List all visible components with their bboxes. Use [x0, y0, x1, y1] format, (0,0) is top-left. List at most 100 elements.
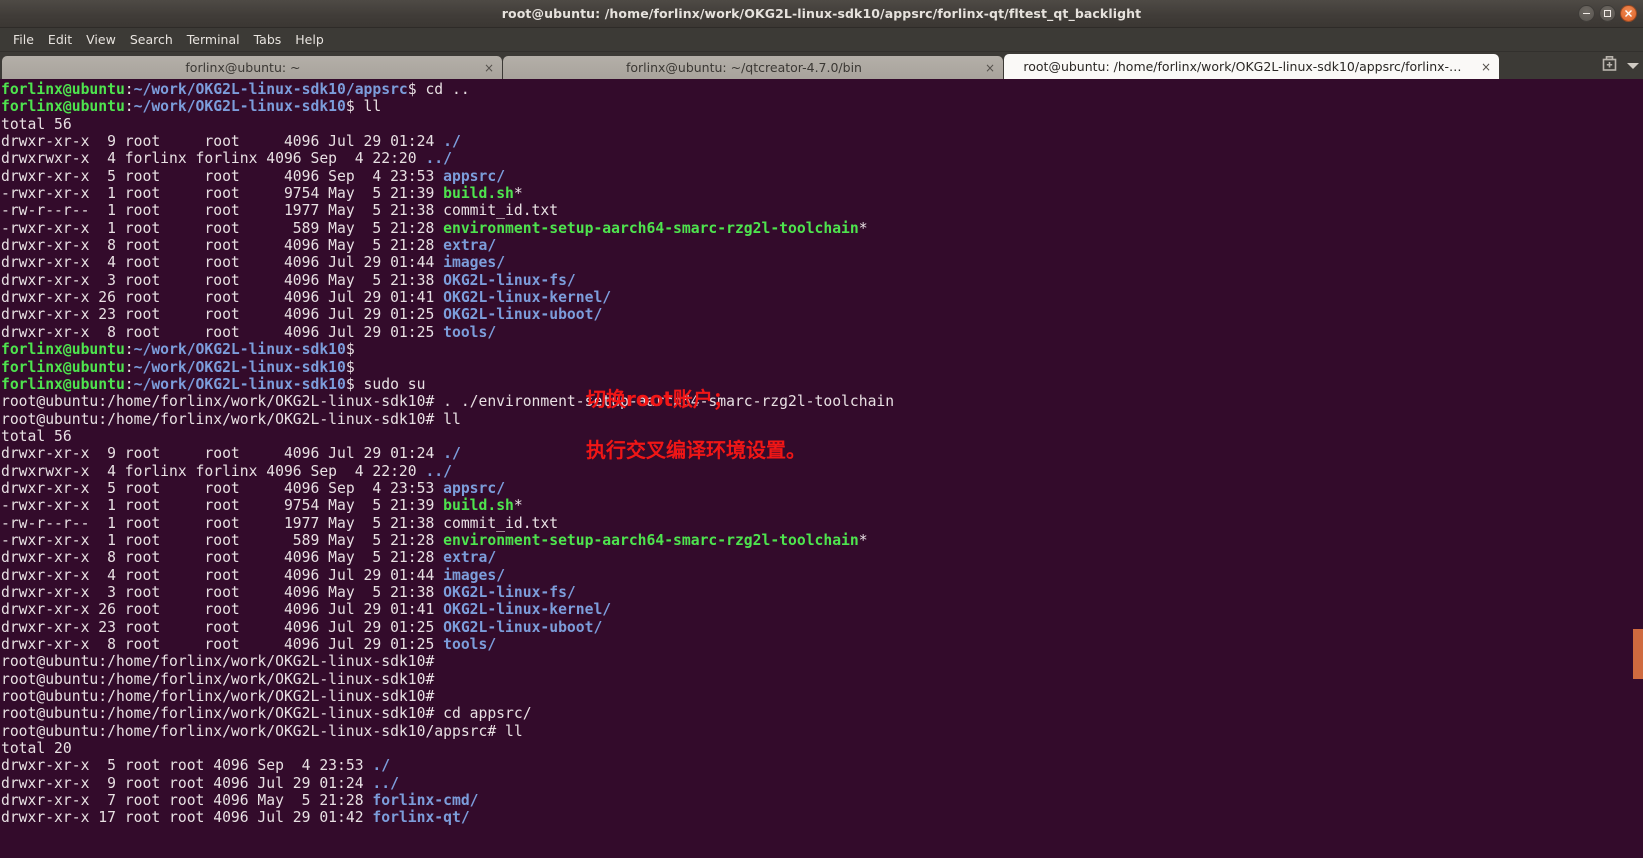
- terminal-text-span: -rwxr-xr-x 1 root root 589 May 5 21:28: [1, 531, 444, 549]
- menu-item-terminal[interactable]: Terminal: [180, 30, 247, 49]
- menu-item-edit[interactable]: Edit: [41, 30, 79, 49]
- terminal-text-span: drwxr-xr-x 7 root root 4096 May 5 21:28: [1, 792, 373, 810]
- terminal-text-span: ./: [443, 445, 461, 463]
- terminal-text-span: :: [124, 81, 134, 98]
- minimize-button[interactable]: [1578, 5, 1595, 22]
- tab-label: root@ubuntu: /home/forlinx/work/OKG2L-li…: [1023, 59, 1462, 74]
- terminal-text-span: drwxr-xr-x 23 root root 4096 Jul 29 01:2…: [1, 306, 444, 324]
- terminal-text-span: OKG2L-linux-fs/: [443, 271, 576, 289]
- tab-close-icon[interactable]: ×: [1481, 60, 1491, 74]
- terminal-line: drwxr-xr-x 4 root root 4096 Jul 29 01:44…: [1, 567, 894, 584]
- terminal-line: -rw-r--r-- 1 root root 1977 May 5 21:38 …: [1, 202, 894, 219]
- terminal-text-span: tools/: [443, 323, 497, 341]
- terminal-line: total 56: [1, 116, 894, 133]
- terminal-line: root@ubuntu:/home/forlinx/work/OKG2L-lin…: [1, 671, 894, 688]
- terminal-text-span: drwxr-xr-x 5 root root 4096 Sep 4 23:53: [1, 167, 444, 185]
- new-tab-icon[interactable]: [1601, 55, 1618, 76]
- terminal-text-span: drwxr-xr-x 4 root root 4096 Jul 29 01:44: [1, 254, 444, 272]
- tab-qtcreator-bin[interactable]: forlinx@ubuntu: ~/qtcreator-4.7.0/bin ×: [503, 56, 1003, 79]
- terminal-line: root@ubuntu:/home/forlinx/work/OKG2L-lin…: [1, 411, 894, 428]
- terminal-text-span: ~/work/OKG2L-linux-sdk10: [133, 341, 346, 359]
- menu-item-view[interactable]: View: [79, 30, 123, 49]
- terminal-text-span: drwxr-xr-x 3 root root 4096 May 5 21:38: [1, 583, 444, 601]
- terminal-line: drwxrwxr-x 4 forlinx forlinx 4096 Sep 4 …: [1, 150, 894, 167]
- scrollbar-thumb[interactable]: [1633, 629, 1643, 679]
- terminal-text-span: ../: [372, 774, 399, 792]
- terminal-text-span: drwxr-xr-x 8 root root 4096 May 5 21:28: [1, 549, 444, 567]
- terminal-text-span: ~/work/OKG2L-linux-sdk10: [133, 375, 346, 393]
- terminal-text-span: images/: [443, 254, 506, 272]
- close-icon: [1625, 10, 1632, 17]
- terminal-text-span: forlinx@ubuntu: [1, 358, 125, 376]
- terminal-text-span: extra/: [443, 549, 497, 567]
- terminal-line: drwxr-xr-x 4 root root 4096 Jul 29 01:44…: [1, 254, 894, 271]
- terminal-view[interactable]: forlinx@ubuntu:~/work/OKG2L-linux-sdk10/…: [0, 79, 1643, 858]
- terminal-text-span: root@ubuntu:/home/forlinx/work/OKG2L-lin…: [1, 653, 444, 671]
- tab-bar-actions: [1601, 55, 1639, 76]
- close-button[interactable]: [1620, 5, 1637, 22]
- terminal-text-span: total 56: [1, 115, 72, 133]
- terminal-text-span: $ ll: [345, 98, 382, 116]
- terminal-text-span: :: [124, 98, 134, 116]
- terminal-text-span: drwxrwxr-x 4 forlinx forlinx 4096 Sep 4 …: [1, 462, 426, 480]
- menu-bar: File Edit View Search Terminal Tabs Help: [0, 28, 1643, 52]
- menu-item-tabs[interactable]: Tabs: [247, 30, 289, 49]
- terminal-line: drwxr-xr-x 3 root root 4096 May 5 21:38 …: [1, 272, 894, 289]
- terminal-text-span: -rw-r--r-- 1 root root 1977 May 5 21:38 …: [1, 514, 559, 532]
- terminal-text-span: $ sudo su: [345, 375, 426, 393]
- menu-item-search[interactable]: Search: [123, 30, 180, 49]
- tab-forlinx-home[interactable]: forlinx@ubuntu: ~ ×: [2, 56, 502, 79]
- terminal-text-span: OKG2L-linux-kernel/: [443, 601, 612, 619]
- terminal-text-span: ./: [372, 757, 391, 775]
- terminal-scrollbar[interactable]: [1633, 79, 1643, 858]
- terminal-text-span: OKG2L-linux-kernel/: [443, 289, 612, 307]
- maximize-button[interactable]: [1599, 5, 1616, 22]
- terminal-line: root@ubuntu:/home/forlinx/work/OKG2L-lin…: [1, 723, 894, 740]
- terminal-text-span: forlinx-cmd/: [372, 792, 479, 810]
- terminal-text-span: drwxr-xr-x 5 root root 4096 Sep 4 23:53: [1, 757, 373, 775]
- terminal-text-span: *: [858, 219, 868, 237]
- terminal-text-span: appsrc/: [443, 479, 506, 497]
- terminal-line: -rwxr-xr-x 1 root root 9754 May 5 21:39 …: [1, 185, 894, 202]
- terminal-text-span: drwxr-xr-x 17 root root 4096 Jul 29 01:4…: [1, 809, 373, 827]
- tab-root-forlinx-qt[interactable]: root@ubuntu: /home/forlinx/work/OKG2L-li…: [1004, 54, 1499, 79]
- terminal-text-span: appsrc/: [443, 167, 506, 185]
- tab-close-icon[interactable]: ×: [484, 61, 494, 75]
- terminal-text-span: drwxr-xr-x 26 root root 4096 Jul 29 01:4…: [1, 289, 444, 307]
- terminal-text-span: root@ubuntu:/home/forlinx/work/OKG2L-lin…: [1, 393, 895, 411]
- window-title-bar[interactable]: root@ubuntu: /home/forlinx/work/OKG2L-li…: [0, 0, 1643, 28]
- terminal-text-span: build.sh: [443, 185, 514, 203]
- terminal-line: drwxr-xr-x 8 root root 4096 May 5 21:28 …: [1, 237, 894, 254]
- terminal-line: root@ubuntu:/home/forlinx/work/OKG2L-lin…: [1, 653, 894, 670]
- terminal-line: forlinx@ubuntu:~/work/OKG2L-linux-sdk10$: [1, 341, 894, 358]
- terminal-text-span: -rwxr-xr-x 1 root root 9754 May 5 21:39: [1, 185, 444, 203]
- terminal-line: drwxr-xr-x 5 root root 4096 Sep 4 23:53 …: [1, 480, 894, 497]
- chevron-down-icon[interactable]: [1627, 62, 1639, 69]
- tab-label: forlinx@ubuntu: ~/qtcreator-4.7.0/bin: [625, 60, 862, 75]
- terminal-line: drwxr-xr-x 5 root root 4096 Sep 4 23:53 …: [1, 757, 894, 774]
- terminal-text-span: :: [124, 358, 134, 376]
- terminal-text-span: ~/work/OKG2L-linux-sdk10: [133, 358, 346, 376]
- terminal-text-span: drwxr-xr-x 9 root root 4096 Jul 29 01:24: [1, 133, 444, 151]
- terminal-text-span: drwxr-xr-x 9 root root 4096 Jul 29 01:24: [1, 774, 373, 792]
- terminal-line: drwxr-xr-x 9 root root 4096 Jul 29 01:24…: [1, 775, 894, 792]
- menu-item-file[interactable]: File: [6, 30, 41, 49]
- terminal-text-span: forlinx@ubuntu: [1, 81, 125, 98]
- terminal-line: forlinx@ubuntu:~/work/OKG2L-linux-sdk10/…: [1, 81, 894, 98]
- terminal-text-span: total 20: [1, 740, 72, 758]
- annotation-cross-compile-env: 执行交叉编译环境设置。: [586, 438, 806, 462]
- terminal-line: root@ubuntu:/home/forlinx/work/OKG2L-lin…: [1, 705, 894, 722]
- menu-item-help[interactable]: Help: [288, 30, 331, 49]
- terminal-text-span: :: [124, 375, 134, 393]
- terminal-line: drwxr-xr-x 7 root root 4096 May 5 21:28 …: [1, 792, 894, 809]
- terminal-text-span: tools/: [443, 636, 497, 653]
- terminal-text-span: environment-setup-aarch64-smarc-rzg2l-to…: [443, 531, 859, 549]
- terminal-line: drwxrwxr-x 4 forlinx forlinx 4096 Sep 4 …: [1, 463, 894, 480]
- terminal-text-span: OKG2L-linux-uboot/: [443, 306, 603, 324]
- tab-close-icon[interactable]: ×: [985, 61, 995, 75]
- terminal-line: -rwxr-xr-x 1 root root 9754 May 5 21:39 …: [1, 497, 894, 514]
- terminal-text-span: drwxr-xr-x 4 root root 4096 Jul 29 01:44: [1, 566, 444, 584]
- terminal-text-span: root@ubuntu:/home/forlinx/work/OKG2L-lin…: [1, 688, 444, 706]
- terminal-text-span: drwxr-xr-x 3 root root 4096 May 5 21:38: [1, 271, 444, 289]
- terminal-text-span: ./: [443, 133, 461, 151]
